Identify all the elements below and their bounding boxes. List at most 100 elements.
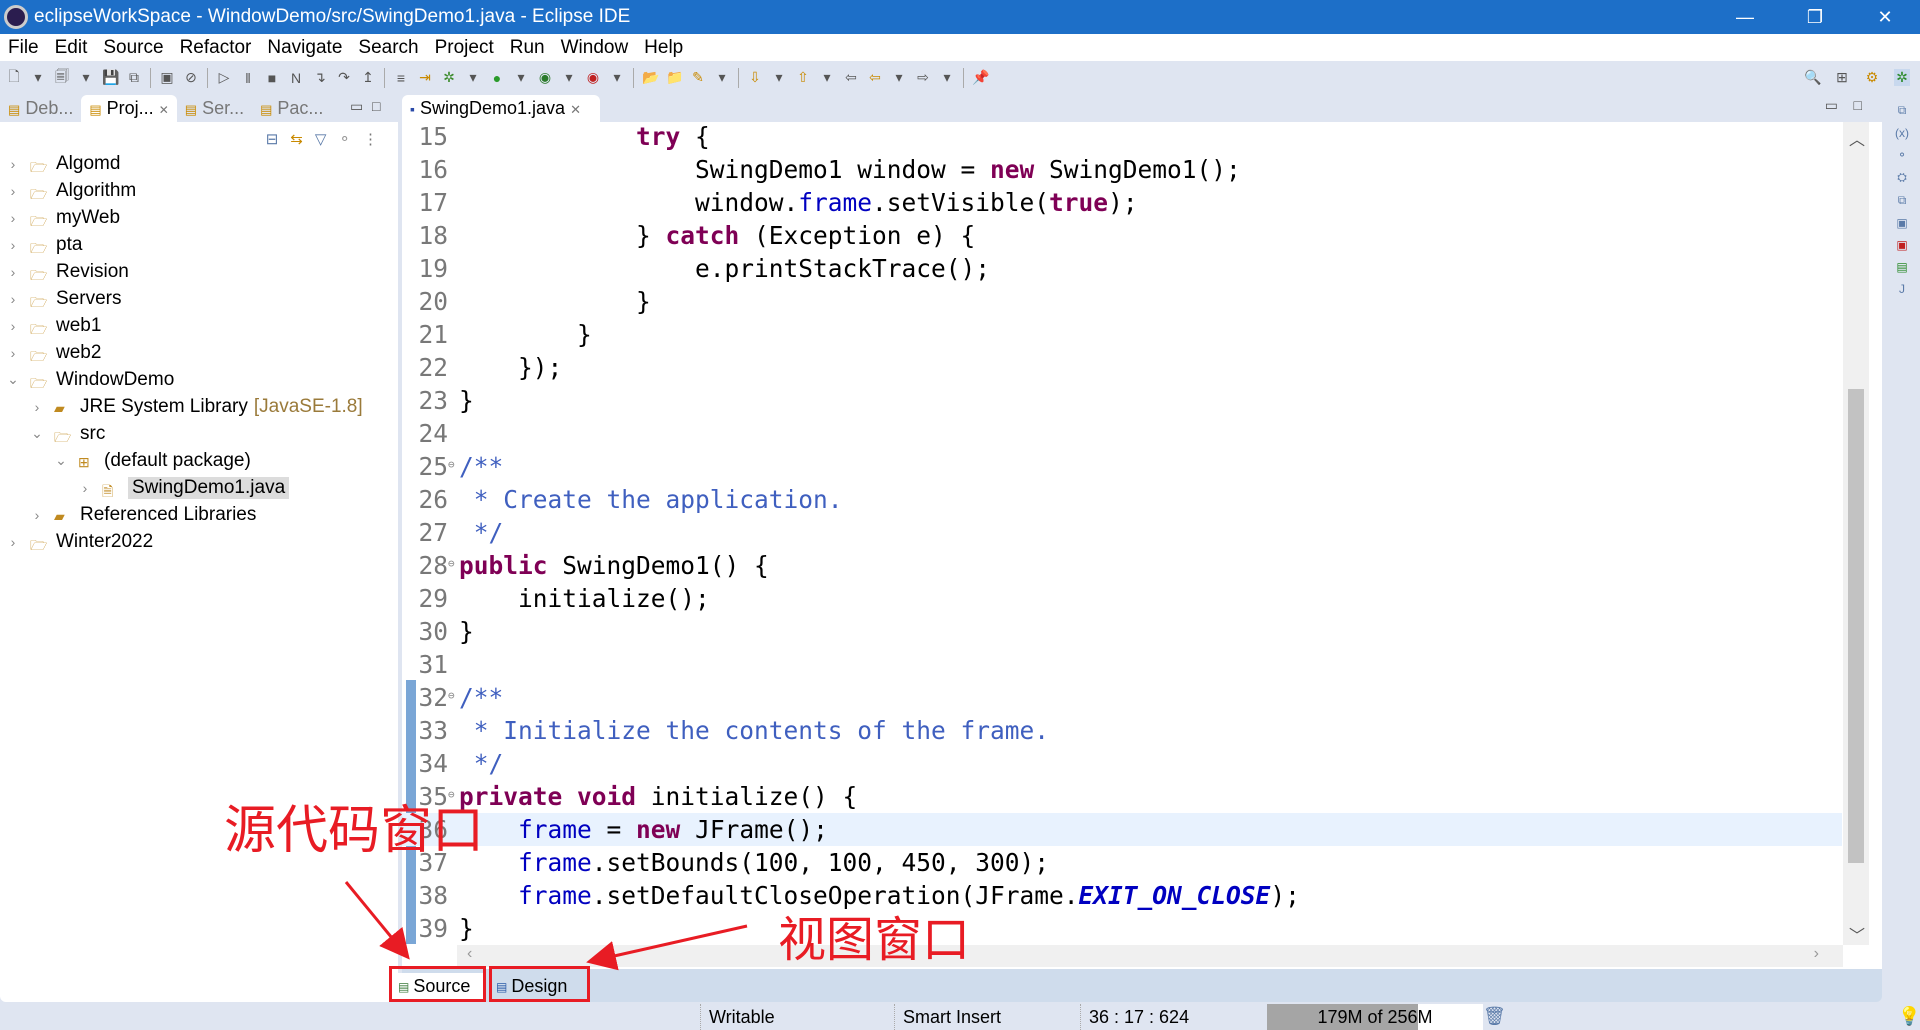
code-line[interactable]: 20 } xyxy=(402,285,1842,318)
scroll-left-icon[interactable]: ‹ xyxy=(467,945,472,963)
forward-icon[interactable]: ⇨ xyxy=(915,69,931,86)
dropdown-icon[interactable]: ▾ xyxy=(561,69,577,86)
chevron-down-icon[interactable]: ⌄ xyxy=(6,371,20,388)
fold-collapse-icon[interactable]: ⊖ xyxy=(448,547,455,580)
back-icon[interactable]: ⇦ xyxy=(867,69,883,86)
tree-item[interactable]: ⌄ 🗁 src xyxy=(0,420,363,447)
maximize-view-icon[interactable]: □ xyxy=(372,98,380,114)
editor-tab-swingdemo1[interactable]: ▪ SwingDemo1.java ✕ xyxy=(402,95,600,122)
code-line[interactable]: 39} xyxy=(402,912,1842,945)
chevron-right-icon[interactable]: › xyxy=(6,156,20,172)
menu-file[interactable]: File xyxy=(0,37,47,59)
code-line[interactable]: 17 window.frame.setVisible(true); xyxy=(402,186,1842,219)
menu-project[interactable]: Project xyxy=(427,37,502,59)
code-line[interactable]: 15 try { xyxy=(402,120,1842,153)
code-line[interactable]: 31 xyxy=(402,648,1842,681)
restore-button[interactable]: ❐ xyxy=(1780,0,1850,34)
debug-perspective-icon[interactable]: ✲ xyxy=(1894,69,1910,86)
breakpoints-icon[interactable]: ⚬ xyxy=(1897,148,1907,162)
focus-icon[interactable]: ⚬ xyxy=(338,130,351,148)
open-type-icon[interactable]: 📁 xyxy=(666,69,683,86)
code-line[interactable]: 37 frame.setBounds(100, 100, 450, 300); xyxy=(402,846,1842,879)
menu-edit[interactable]: Edit xyxy=(47,37,96,59)
view-menu-icon[interactable]: ⋮ xyxy=(363,130,378,148)
minimize-editor-icon[interactable]: ▭ xyxy=(1825,97,1838,114)
dropdown-icon[interactable]: ▾ xyxy=(513,69,529,86)
code-line[interactable]: 32 ⊖/** xyxy=(402,681,1842,714)
disconnect-icon[interactable]: N xyxy=(288,70,304,86)
search-task-icon[interactable]: ✎ xyxy=(690,69,706,86)
code-line[interactable]: 34 */ xyxy=(402,747,1842,780)
garbage-collect-icon[interactable]: 🗑 xyxy=(1483,1006,1506,1027)
code-line[interactable]: 16 SwingDemo1 window = new SwingDemo1(); xyxy=(402,153,1842,186)
link-with-editor-icon[interactable]: ⇆ xyxy=(290,130,303,148)
pin-editor-icon[interactable]: 📌 xyxy=(972,69,989,86)
code-line[interactable]: 28 ⊖ public SwingDemo1() { xyxy=(402,549,1842,582)
vertical-scrollbar[interactable]: ︿ ﹀ xyxy=(1843,122,1869,945)
code-line[interactable]: 27 */ xyxy=(402,516,1842,549)
step-into-icon[interactable]: ↴ xyxy=(312,69,328,86)
minimize-view-icon[interactable]: ▭ xyxy=(350,98,363,115)
progress-icon[interactable]: ▤ xyxy=(1896,260,1907,274)
minimize-button[interactable]: — xyxy=(1710,0,1780,34)
tree-item[interactable]: › 🗁 pta xyxy=(0,231,363,258)
chevron-right-icon[interactable]: › xyxy=(78,480,92,496)
tree-item[interactable]: › ▰ JRE System Library [JavaSE-1.8] xyxy=(0,393,363,420)
search-icon[interactable]: 🔍 xyxy=(1804,69,1821,86)
next-annotation-icon[interactable]: ⇩ xyxy=(747,69,763,86)
tree-item[interactable]: › 🗁 Revision xyxy=(0,258,363,285)
console-icon[interactable]: ▣ xyxy=(1896,216,1907,230)
code-line[interactable]: 21 } xyxy=(402,318,1842,351)
tree-item[interactable]: ⌄ ⊞ (default package) xyxy=(0,447,363,474)
terminate-icon[interactable]: ■ xyxy=(264,70,280,86)
dropdown-icon[interactable]: ▾ xyxy=(465,69,481,86)
scroll-up-icon[interactable]: ︿ xyxy=(1849,126,1865,150)
menu-window[interactable]: Window xyxy=(553,37,637,59)
chevron-down-icon[interactable]: ⌄ xyxy=(30,425,44,442)
tip-lightbulb-icon[interactable]: 💡 xyxy=(1898,1006,1920,1027)
code-area[interactable]: 15 try {16 SwingDemo1 window = new Swing… xyxy=(402,120,1842,945)
code-line[interactable]: 24 xyxy=(402,417,1842,450)
view-tab-proj[interactable]: ▤ Proj... ✕ xyxy=(81,95,177,123)
dropdown-icon[interactable]: ▾ xyxy=(819,69,835,86)
new-icon[interactable]: 🗋 xyxy=(6,66,22,90)
last-edit-icon[interactable]: ⇦ xyxy=(843,69,859,86)
menu-search[interactable]: Search xyxy=(350,37,426,59)
save-all-icon[interactable]: ⧉ xyxy=(126,69,142,86)
fold-collapse-icon[interactable]: ⊖ xyxy=(448,679,455,712)
chevron-right-icon[interactable]: › xyxy=(30,507,44,523)
dropdown-icon[interactable]: ▾ xyxy=(939,69,955,86)
code-line[interactable]: 19 e.printStackTrace(); xyxy=(402,252,1842,285)
tree-item[interactable]: › 🗁 web2 xyxy=(0,339,363,366)
code-line[interactable]: 23} xyxy=(402,384,1842,417)
scroll-right-icon[interactable]: › xyxy=(1814,945,1819,963)
run-icon[interactable]: ● xyxy=(489,70,505,86)
view-tab-pac[interactable]: ▤ Pac... xyxy=(252,95,331,123)
dropdown-icon[interactable]: ▾ xyxy=(609,69,625,86)
chevron-down-icon[interactable]: ⌄ xyxy=(54,452,68,469)
tree-item[interactable]: › 🗁 myWeb xyxy=(0,204,363,231)
code-line[interactable]: 22 }); xyxy=(402,351,1842,384)
skip-breakpoints-icon[interactable]: ⊘ xyxy=(183,69,199,86)
menu-source[interactable]: Source xyxy=(95,37,171,59)
previous-annotation-icon[interactable]: ⇧ xyxy=(795,69,811,86)
resume-icon[interactable]: ▷ xyxy=(216,69,232,86)
variables-icon[interactable]: (x) xyxy=(1895,126,1909,140)
problems-icon[interactable]: ▣ xyxy=(1896,238,1907,252)
chevron-right-icon[interactable]: › xyxy=(6,291,20,307)
tree-item[interactable]: › 🗁 web1 xyxy=(0,312,363,339)
menu-help[interactable]: Help xyxy=(636,37,691,59)
javadoc-icon[interactable]: J xyxy=(1899,282,1905,296)
menu-refactor[interactable]: Refactor xyxy=(172,37,260,59)
java-ee-perspective-icon[interactable]: ⚙ xyxy=(1864,69,1880,86)
terminal-icon[interactable]: ▣ xyxy=(159,69,175,86)
chevron-right-icon[interactable]: › xyxy=(6,534,20,550)
collapse-all-icon[interactable]: ⊟ xyxy=(266,130,279,148)
restore-icon[interactable]: ⧉ xyxy=(1898,103,1907,118)
code-line[interactable]: 30} xyxy=(402,615,1842,648)
code-line[interactable]: 36 frame = new JFrame(); xyxy=(402,813,1842,846)
external-tools-icon[interactable]: ◉ xyxy=(585,69,601,86)
suspend-icon[interactable]: ‖ xyxy=(240,70,256,86)
fold-collapse-icon[interactable]: ⊖ xyxy=(448,448,455,481)
use-step-filters-icon[interactable]: ≡ xyxy=(393,70,409,86)
